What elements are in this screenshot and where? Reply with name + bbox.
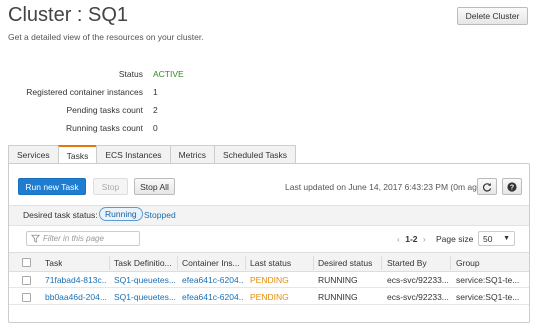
desired-status-value: RUNNING [318,292,358,302]
refresh-button[interactable] [477,178,497,195]
page-size-label: Page size [436,234,474,244]
stopped-filter-link[interactable]: Stopped [144,210,176,220]
tab-tasks[interactable]: Tasks [57,145,98,164]
filter-icon [31,234,40,243]
detail-label: Registered container instances [26,87,143,97]
stop-all-button[interactable]: Stop All [134,178,175,195]
status-value: ACTIVE [153,69,184,79]
tasks-panel: Run new Task Stop Stop All Last updated … [8,163,530,323]
col-task[interactable]: Task [45,258,62,268]
page-range: 1-2 [405,234,418,244]
started-by-value: ecs-svc/92233... [387,292,449,302]
delete-cluster-button[interactable]: Delete Cluster [457,7,528,25]
group-value: service:SQ1-te... [456,275,520,285]
col-last-status[interactable]: Last status [250,258,291,268]
detail-value: 2 [153,105,158,115]
table-row: bb0aa46d-204... SQ1-queuetes... efea641c… [9,289,529,305]
tab-bar: Services Tasks ECS Instances Metrics Sch… [8,145,297,164]
detail-label: Running tasks count [65,123,143,133]
page-size-select[interactable]: 50 ▼ [478,231,515,246]
row-checkbox[interactable] [22,293,31,302]
running-filter-pill[interactable]: Running [99,207,143,221]
detail-value: 1 [153,87,158,97]
table-header: Task Task Definitio... Container Ins... … [9,252,529,272]
page-subtitle: Get a detailed view of the resources on … [8,32,204,42]
detail-label: Status [118,69,143,79]
container-instance-link[interactable]: efea641c-6204... [182,275,244,285]
detail-label: Pending tasks count [66,105,143,115]
help-button[interactable]: ? [502,178,522,195]
tab-services[interactable]: Services [8,145,59,163]
detail-registered-instances: Registered container instances 1 [0,87,540,99]
tab-scheduled-tasks[interactable]: Scheduled Tasks [213,145,297,163]
detail-value: 0 [153,123,158,133]
row-checkbox[interactable] [22,276,31,285]
help-icon: ? [507,181,517,192]
col-started-by[interactable]: Started By [387,258,427,268]
detail-pending-tasks: Pending tasks count 2 [0,105,540,117]
prev-page-icon[interactable]: ‹ [397,234,400,244]
last-status-value: PENDING [250,292,289,302]
col-group[interactable]: Group [456,258,480,268]
run-new-task-button[interactable]: Run new Task [18,178,86,195]
detail-running-tasks: Running tasks count 0 [0,123,540,135]
group-value: service:SQ1-te... [456,292,520,302]
svg-text:?: ? [510,184,514,191]
desired-status-value: RUNNING [318,275,358,285]
desired-status-label: Desired task status: [23,210,98,220]
started-by-value: ecs-svc/92233... [387,275,449,285]
page-title: Cluster : SQ1 [8,4,129,26]
stop-button[interactable]: Stop [93,178,128,195]
filter-placeholder: Filter in this page [43,234,104,243]
page-size-value: 50 [483,233,493,244]
task-definition-link[interactable]: SQ1-queuetes... [114,292,176,302]
task-link[interactable]: 71fabad4-813c... [45,275,107,285]
task-link[interactable]: bb0aa46d-204... [45,292,107,302]
last-status-value: PENDING [250,275,289,285]
pagination: ‹ 1-2 › [397,234,426,244]
col-task-definition[interactable]: Task Definitio... [114,258,179,268]
tab-metrics[interactable]: Metrics [169,145,215,163]
detail-status: Status ACTIVE [0,69,540,81]
col-desired-status[interactable]: Desired status [318,258,372,268]
filter-input[interactable]: Filter in this page [26,231,140,246]
select-all-checkbox[interactable] [22,258,31,267]
table-row: 71fabad4-813c... SQ1-queuetes... efea641… [9,272,529,288]
container-instance-link[interactable]: efea641c-6204... [182,292,244,302]
chevron-down-icon: ▼ [503,235,510,242]
refresh-icon [482,182,492,192]
last-updated-text: Last updated on June 14, 2017 6:43:23 PM… [285,182,485,192]
col-container-instance[interactable]: Container Ins... [182,258,248,268]
next-page-icon[interactable]: › [423,234,426,244]
task-definition-link[interactable]: SQ1-queuetes... [114,275,176,285]
tab-ecs-instances[interactable]: ECS Instances [96,145,171,163]
